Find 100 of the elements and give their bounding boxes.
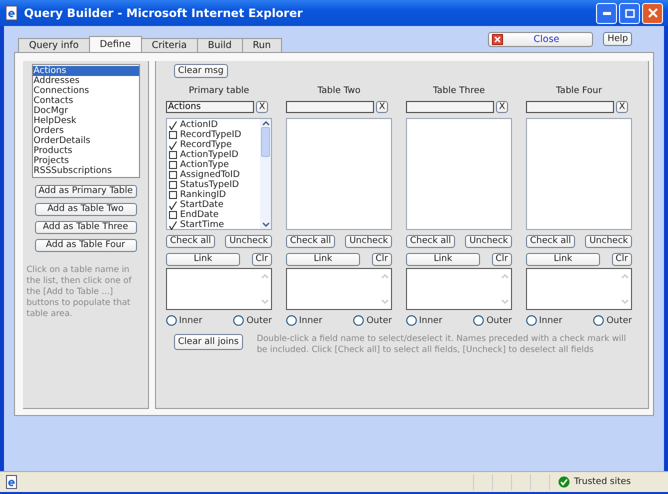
clear-table-button[interactable]: X: [376, 101, 388, 113]
field-name[interactable]: RecordType: [180, 140, 232, 150]
table-name-field[interactable]: [406, 101, 494, 113]
field-list[interactable]: ActionID RecordTypeID RecordType ActionTypeID ActionType AssignedToID StatusTypeID RankingID StartDate EndDate StartTime: [166, 118, 272, 230]
security-zone: Trusted sites: [574, 477, 631, 487]
field-list[interactable]: [406, 118, 512, 230]
link-button[interactable]: Link: [166, 253, 240, 266]
check-circle-icon: [558, 476, 570, 488]
link-button[interactable]: Link: [526, 253, 600, 266]
join-radio[interactable]: Inner: [286, 315, 322, 326]
field-list[interactable]: [526, 118, 632, 230]
link-text-area[interactable]: [166, 268, 272, 310]
field-name[interactable]: StartDate: [180, 200, 224, 210]
help-button[interactable]: Help: [603, 32, 632, 46]
close-button[interactable]: Close: [488, 32, 594, 47]
link-text-area[interactable]: [406, 268, 512, 310]
table-list-item[interactable]: RSSSubscriptions: [32, 166, 138, 176]
close-icon: [492, 34, 504, 45]
table-list-item[interactable]: Orders: [32, 126, 138, 136]
scroll-down-icon: [500, 298, 510, 306]
field-name[interactable]: AssignedToID: [180, 170, 240, 180]
page-icon: [6, 475, 18, 489]
link-text-area[interactable]: [526, 268, 632, 310]
close-icon: [648, 8, 658, 18]
clear-all-joins-button[interactable]: Clear all joins: [174, 334, 243, 350]
check-all-button[interactable]: Check all: [166, 235, 216, 248]
table-list-item[interactable]: HelpDesk: [32, 116, 138, 126]
clear-link-button[interactable]: Clr: [372, 253, 392, 266]
clear-link-button[interactable]: Clr: [252, 253, 272, 266]
clear-table-button[interactable]: X: [496, 101, 508, 113]
table-title: Table Four: [555, 86, 603, 98]
table-name-field[interactable]: [526, 101, 614, 113]
field-name[interactable]: RecordTypeID: [180, 130, 242, 140]
add-table-button[interactable]: Add as Table Two: [34, 203, 136, 216]
maximize-button[interactable]: [619, 2, 640, 24]
uncheck-button[interactable]: Uncheck: [585, 235, 632, 248]
join-radio[interactable]: Inner: [166, 315, 202, 326]
scroll-up-icon: [500, 272, 510, 280]
uncheck-button[interactable]: Uncheck: [345, 235, 392, 248]
table-list-item[interactable]: Addresses: [32, 76, 138, 86]
uncheck-button[interactable]: Uncheck: [465, 235, 512, 248]
page-icon: [5, 5, 19, 21]
maximize-icon: [624, 8, 634, 18]
field-name[interactable]: ActionType: [180, 160, 229, 170]
table-list[interactable]: Actions Addresses Connections Contacts DocMgr HelpDesk Orders OrderDetails Products Projects RSSSubscriptions: [32, 64, 140, 178]
table-title: Table Three: [432, 86, 486, 98]
table-title: Table Two: [316, 86, 362, 98]
table-list-item[interactable]: Projects: [32, 156, 138, 166]
join-radio[interactable]: Inner: [406, 315, 442, 326]
clear-link-button[interactable]: Clr: [612, 253, 632, 266]
check-all-button[interactable]: Check all: [286, 235, 336, 248]
join-radio[interactable]: Outer: [353, 315, 392, 326]
clear-link-button[interactable]: Clr: [492, 253, 512, 266]
tab[interactable]: Criteria: [140, 38, 198, 52]
field-name[interactable]: EndDate: [180, 210, 219, 220]
join-radio[interactable]: Inner: [526, 315, 562, 326]
check-all-button[interactable]: Check all: [526, 235, 576, 248]
link-button[interactable]: Link: [286, 253, 360, 266]
scroll-down-icon: [260, 221, 270, 229]
scroll-down-icon: [380, 298, 390, 306]
field-name[interactable]: ActionTypeID: [180, 150, 238, 160]
add-table-button[interactable]: Add as Table Four: [34, 239, 136, 252]
instructions-text: Click on a table name in the list, then click one of the [Add to Table ...] buttons to populate that table area.: [26, 265, 133, 320]
scroll-up-icon: [620, 272, 630, 280]
tab[interactable]: Run: [242, 38, 282, 52]
tab[interactable]: Define: [88, 36, 142, 52]
join-radio[interactable]: Outer: [593, 315, 632, 326]
field-list[interactable]: [286, 118, 392, 230]
link-text-area[interactable]: [286, 268, 392, 310]
clear-table-button[interactable]: X: [256, 101, 268, 113]
field-name[interactable]: StatusTypeID: [180, 180, 239, 190]
check-all-button[interactable]: Check all: [406, 235, 456, 248]
field-name[interactable]: ActionID: [180, 120, 218, 130]
tab[interactable]: Query info: [18, 38, 90, 52]
clear-table-button[interactable]: X: [616, 101, 628, 113]
add-table-button[interactable]: Add as Primary Table: [34, 185, 136, 198]
join-radio[interactable]: Outer: [233, 315, 272, 326]
table-list-item[interactable]: DocMgr: [32, 106, 138, 116]
table-list-item[interactable]: OrderDetails: [32, 136, 138, 146]
table-list-item[interactable]: Contacts: [32, 96, 138, 106]
join-radio[interactable]: Outer: [473, 315, 512, 326]
scroll-thumb[interactable]: [261, 127, 270, 157]
table-list-item[interactable]: Actions: [32, 66, 138, 76]
link-button[interactable]: Link: [406, 253, 480, 266]
instructions-text: Double-click a field name to select/deselect it. Names preceded with a check mark will be included. Click [Check all] to select all fields, [Uncheck] to deselect all fields: [256, 334, 627, 356]
close-window-button[interactable]: [642, 2, 663, 24]
tab[interactable]: Build: [196, 38, 243, 52]
table-name-field[interactable]: [286, 101, 374, 113]
field-name[interactable]: StartTime: [180, 220, 224, 230]
table-list-item[interactable]: Products: [32, 146, 138, 156]
table-name-field[interactable]: Actions: [166, 101, 254, 113]
scroll-down-icon: [260, 298, 270, 306]
table-list-item[interactable]: Connections: [32, 86, 138, 96]
minimize-button[interactable]: [596, 2, 617, 24]
scroll-up-icon: [380, 272, 390, 280]
uncheck-button[interactable]: Uncheck: [225, 235, 272, 248]
clear-msg-button[interactable]: Clear msg: [174, 64, 228, 78]
field-name[interactable]: RankingID: [180, 190, 226, 200]
scrollbar[interactable]: [260, 119, 271, 229]
add-table-button[interactable]: Add as Table Three: [34, 221, 136, 234]
